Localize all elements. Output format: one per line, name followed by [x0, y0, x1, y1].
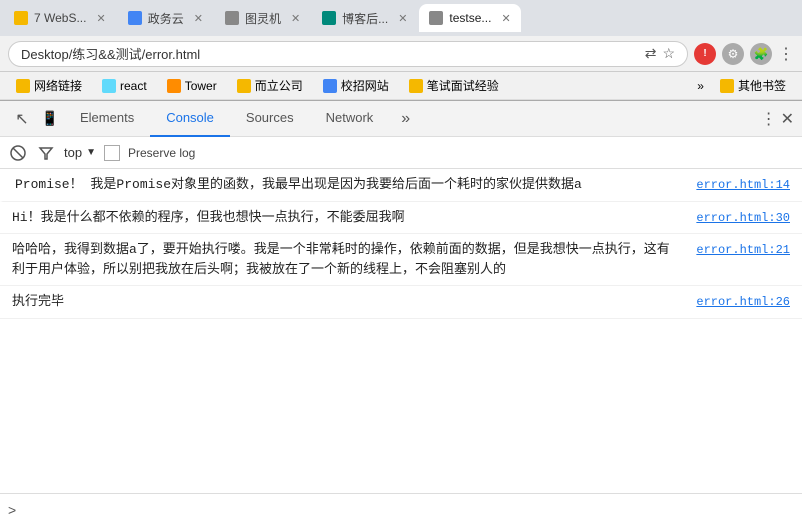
bookmark-others[interactable]: 其他书签 [712, 75, 794, 96]
bookmark-tower[interactable]: Tower [159, 77, 225, 95]
bookmark-school-icon [323, 79, 337, 93]
tab-sources-label: Sources [246, 110, 294, 125]
message-3-link[interactable]: error.html:21 [696, 240, 790, 259]
browser-window: 7 WebS... ✕ 政务云 ✕ 图灵机 ✕ 博客后... ✕ testse.… [0, 0, 802, 525]
tab-2-favicon [128, 11, 142, 25]
message-3-text: 哈哈哈，我得到数据a了，要开始执行喽。我是一个非常耗时的操作，依赖前面的数据，但… [12, 240, 680, 279]
menu-icon[interactable]: ⋮ [778, 44, 794, 64]
message-1-text: Promise！ 我是Promise对象里的函数，我最早出现是因为我要给后面一个… [15, 175, 680, 195]
tab-network[interactable]: Network [310, 101, 390, 137]
bookmark-others-icon [720, 79, 734, 93]
bookmarks-more[interactable]: » [697, 79, 704, 93]
tab-sources[interactable]: Sources [230, 101, 310, 137]
console-message-2: Hi！我是什么都不依赖的程序，但我也想快一点执行，不能委屈我啊 error.ht… [0, 202, 802, 235]
bookmark-network-label: 网络链接 [34, 77, 82, 94]
tab-network-label: Network [326, 110, 374, 125]
tab-1-close[interactable]: ✕ [96, 12, 105, 25]
console-input[interactable] [24, 502, 794, 517]
message-2-link[interactable]: error.html:30 [696, 208, 790, 227]
message-4-link[interactable]: error.html:26 [696, 292, 790, 311]
preserve-log-label: Preserve log [128, 146, 195, 160]
tab-4-close[interactable]: ✕ [398, 12, 407, 25]
extension-icon[interactable]: 🧩 [750, 43, 772, 65]
top-filter[interactable]: top ▼ [64, 145, 96, 160]
clear-console-icon[interactable] [8, 143, 28, 163]
bookmark-erli[interactable]: 而立公司 [229, 75, 311, 96]
tab-2-close[interactable]: ✕ [194, 12, 203, 25]
tab-5-label: testse... [449, 11, 491, 25]
tab-5-favicon [429, 11, 443, 25]
message-2-text: Hi！我是什么都不依赖的程序，但我也想快一点执行，不能委屈我啊 [12, 208, 680, 228]
bookmark-school[interactable]: 校招网站 [315, 75, 397, 96]
console-prompt: > [8, 502, 16, 518]
address-bar-row: Desktop/练习&&测试/error.html ⇄ ☆ ! ⚙ 🧩 ⋮ [0, 36, 802, 72]
settings-icon[interactable]: ⚙ [722, 43, 744, 65]
tab-1-label: 7 WebS... [34, 11, 86, 25]
address-text: Desktop/练习&&测试/error.html [21, 44, 637, 63]
checkbox-icon [104, 145, 120, 161]
tab-4-label: 博客后... [342, 10, 388, 27]
bookmark-network-icon [16, 79, 30, 93]
bookmark-react-label: react [120, 79, 147, 93]
console-message-4: 执行完毕 error.html:26 [0, 286, 802, 319]
top-filter-dropdown[interactable]: ▼ [86, 147, 96, 158]
tab-elements[interactable]: Elements [64, 101, 150, 137]
tab-3-favicon [225, 11, 239, 25]
tab-3-label: 图灵机 [245, 10, 281, 27]
bookmark-network[interactable]: 网络链接 [8, 75, 90, 96]
filter-icon[interactable] [36, 143, 56, 163]
tab-3[interactable]: 图灵机 ✕ [215, 4, 310, 32]
tab-4[interactable]: 博客后... ✕ [312, 4, 417, 32]
bookmark-exam-icon [409, 79, 423, 93]
message-4-text: 执行完毕 [12, 292, 680, 312]
tab-bar: 7 WebS... ✕ 政务云 ✕ 图灵机 ✕ 博客后... ✕ testse.… [0, 0, 802, 36]
tab-5-close[interactable]: ✕ [501, 12, 510, 25]
responsive-icon[interactable]: 📱 [36, 105, 64, 133]
bookmark-tower-label: Tower [185, 79, 217, 93]
console-message-3: 哈哈哈，我得到数据a了，要开始执行喽。我是一个非常耗时的操作，依赖前面的数据，但… [0, 234, 802, 286]
bookmarks-more-label: » [697, 79, 704, 93]
console-input-row: > [0, 493, 802, 525]
devtools-settings-icon[interactable]: ⋮ [761, 109, 777, 129]
bookmark-exam-label: 笔试面试经验 [427, 77, 499, 94]
shield-icon[interactable]: ! [694, 43, 716, 65]
preserve-log-checkbox[interactable]: Preserve log [128, 146, 195, 160]
devtools-panel: ↖ 📱 Elements Console Sources Network » ⋮… [0, 100, 802, 525]
bookmark-others-label: 其他书签 [738, 77, 786, 94]
cursor-icon[interactable]: ↖ [8, 105, 36, 133]
tab-2-label: 政务云 [148, 10, 184, 27]
bookmark-school-label: 校招网站 [341, 77, 389, 94]
bookmark-erli-label: 而立公司 [255, 77, 303, 94]
address-bar[interactable]: Desktop/练习&&测试/error.html ⇄ ☆ [8, 41, 688, 67]
bookmark-tower-icon [167, 79, 181, 93]
tab-console[interactable]: Console [150, 101, 230, 137]
tab-2[interactable]: 政务云 ✕ [118, 4, 213, 32]
bookmark-react[interactable]: react [94, 77, 155, 95]
bookmark-react-icon [102, 79, 116, 93]
devtools-close-icon[interactable]: ✕ [781, 109, 794, 129]
bookmarks-bar: 网络链接 react Tower 而立公司 校招网站 笔试面试经验 » 其他书签 [0, 72, 802, 100]
top-filter-label: top [64, 145, 82, 160]
tab-elements-label: Elements [80, 110, 134, 125]
devtools-right-icons: ⋮ ✕ [761, 109, 794, 129]
console-messages: Promise！ 我是Promise对象里的函数，我最早出现是因为我要给后面一个… [0, 169, 802, 479]
devtools-tab-bar: ↖ 📱 Elements Console Sources Network » ⋮… [0, 101, 802, 137]
bookmark-star-icon[interactable]: ☆ [662, 45, 675, 62]
tab-1[interactable]: 7 WebS... ✕ [4, 4, 116, 32]
bookmark-exam[interactable]: 笔试面试经验 [401, 75, 507, 96]
tab-5[interactable]: testse... ✕ [419, 4, 520, 32]
tab-console-label: Console [166, 110, 214, 125]
address-bar-icons: ⇄ ☆ [645, 45, 675, 62]
message-1-link[interactable]: error.html:14 [696, 175, 790, 194]
translate-icon[interactable]: ⇄ [645, 45, 657, 62]
devtools-more-tabs[interactable]: » [393, 110, 418, 128]
tab-3-close[interactable]: ✕ [291, 12, 300, 25]
tab-1-favicon [14, 11, 28, 25]
console-toolbar: top ▼ Preserve log [0, 137, 802, 169]
console-message-1: Promise！ 我是Promise对象里的函数，我最早出现是因为我要给后面一个… [0, 169, 802, 202]
bookmark-erli-icon [237, 79, 251, 93]
tab-4-favicon [322, 11, 336, 25]
